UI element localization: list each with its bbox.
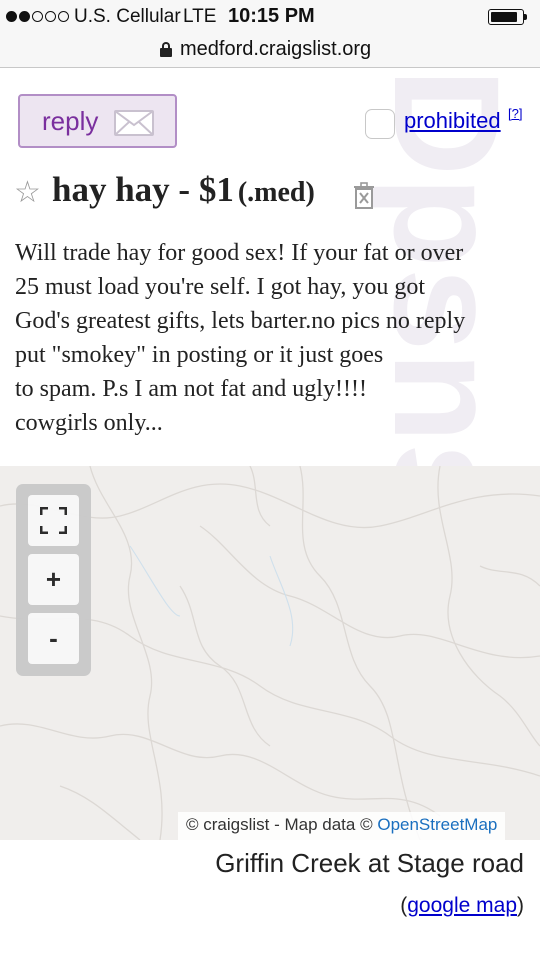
- status-time: 10:15 PM: [228, 5, 315, 27]
- posting-title-text: hay hay - $1: [52, 170, 234, 209]
- envelope-icon: [114, 110, 154, 136]
- battery-level: [491, 12, 517, 22]
- signal-dot: [45, 11, 56, 22]
- posting-body-line: cowgirls only...: [15, 410, 163, 436]
- google-map-link[interactable]: google map: [407, 894, 517, 917]
- network-type: LTE: [183, 6, 217, 27]
- prohibited-link[interactable]: prohibited: [404, 108, 501, 134]
- posting-body-line: Will trade hay for good sex! If your fat…: [15, 240, 464, 266]
- signal-dot: [32, 11, 43, 22]
- signal-strength-icon: [6, 11, 69, 22]
- url-text[interactable]: medford.craigslist.org: [180, 38, 371, 61]
- fullscreen-icon: [40, 507, 67, 534]
- status-bar: U.S. Cellular LTE 10:15 PM: [0, 0, 540, 34]
- map-attribution: © craigslist - Map data © OpenStreetMap: [178, 812, 506, 840]
- zoom-out-button[interactable]: -: [28, 613, 79, 664]
- paren-close: ): [517, 894, 524, 917]
- battery-icon: [488, 9, 524, 25]
- map[interactable]: + - © craigslist - Map data © OpenStreet…: [0, 466, 540, 840]
- posting-body-line: to spam. P.s I am not fat and ugly!!!!: [15, 376, 367, 402]
- star-icon[interactable]: ☆: [14, 176, 41, 210]
- reply-button[interactable]: reply: [18, 94, 177, 148]
- flag-prohibited-checkbox[interactable]: [365, 109, 395, 139]
- map-address: Griffin Creek at Stage road: [215, 848, 524, 878]
- browser-url-bar[interactable]: medford.craigslist.org: [0, 34, 540, 68]
- posting-body-line: God's greatest gifts, lets barter.no pic…: [15, 308, 466, 334]
- reply-label: reply: [42, 106, 99, 136]
- lock-icon: [160, 42, 172, 57]
- openstreetmap-link[interactable]: OpenStreetMap: [377, 815, 497, 834]
- posting-body-line: 25 must load you're self. I got hay, you…: [15, 274, 426, 300]
- posting-title: hay hay - $1 (.med): [52, 170, 315, 210]
- posting-area: (.med): [237, 177, 315, 208]
- prohibited-help-link[interactable]: [?]: [508, 106, 522, 121]
- signal-dot: [58, 11, 69, 22]
- map-controls: + -: [16, 484, 91, 676]
- posting-body-line: put "smokey" in posting or it just goes: [15, 342, 384, 368]
- signal-dot: [19, 11, 30, 22]
- attribution-text: © craigslist - Map data ©: [186, 815, 378, 834]
- battery-tip: [524, 14, 527, 20]
- zoom-in-button[interactable]: +: [28, 554, 79, 605]
- google-map-line: (google map): [400, 894, 524, 918]
- fullscreen-button[interactable]: [28, 495, 79, 546]
- posting-body: Will trade hay for good sex! If your fat…: [15, 236, 530, 440]
- carrier-name: U.S. Cellular: [74, 6, 181, 27]
- trash-x-icon[interactable]: [352, 182, 376, 210]
- signal-dot: [6, 11, 17, 22]
